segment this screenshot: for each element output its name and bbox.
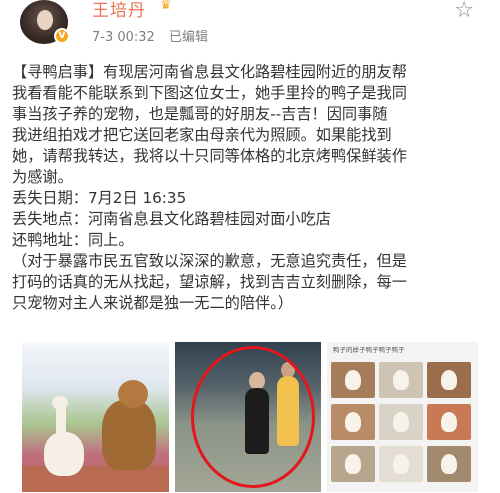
duck-thumb	[427, 404, 471, 440]
post-line: 事当孩子养的宠物，也是瓢哥的好朋友--吉吉！因同事随	[12, 105, 388, 123]
post-time: 7-3 00:32	[92, 30, 155, 45]
duck-thumb	[379, 404, 423, 440]
post-line: 打码的话真的无从找起，望谅解，找到吉吉立刻删除，每一	[12, 273, 407, 291]
lost-date: 丢失日期：7月2日 16:35	[12, 189, 187, 207]
photo-duck-collage[interactable]: 鸭子的样子鸭子鸭子鸭子	[327, 342, 478, 492]
star-icon[interactable]: ☆	[454, 0, 474, 22]
goose-body	[44, 432, 84, 476]
crown-icon: ♛	[160, 0, 172, 13]
avatar-face	[37, 10, 53, 30]
image-gallery: 鸭子的样子鸭子鸭子鸭子	[22, 342, 478, 492]
duck-thumb	[331, 362, 375, 398]
post-line: 为感谢。	[12, 168, 73, 186]
lost-location: 丢失地点：河南省息县文化路碧桂园对面小吃店	[12, 210, 331, 228]
duck-thumb	[331, 446, 375, 482]
post-line: （对于暴露市民五官致以深深的歉意，无意追究责任，但是	[12, 252, 407, 270]
duck-thumb	[379, 362, 423, 398]
duck-thumb	[331, 404, 375, 440]
duck-thumb	[379, 446, 423, 482]
photo-goose-and-dog[interactable]	[22, 342, 169, 492]
post-line: 【寻鸭启事】有现居河南省息县文化路碧桂园附近的朋友帮	[12, 63, 407, 81]
red-circle-highlight	[191, 346, 315, 488]
dog-head	[118, 380, 148, 408]
return-address: 还鸭地址：同上。	[12, 231, 134, 249]
post-meta: 7-3 00:32 已编辑	[92, 26, 218, 45]
verified-icon: V	[54, 28, 70, 44]
post-line: 我进组拍戏才把它送回老家由母亲代为照顾。如果能找到	[12, 126, 392, 144]
goose-head	[52, 396, 68, 410]
duck-thumb	[427, 446, 471, 482]
post-line: 只宠物对主人来说都是独一无二的陪伴。）	[12, 294, 293, 312]
photo-surveillance[interactable]	[175, 342, 321, 492]
photo-path	[22, 466, 169, 492]
post-line: 我看看能不能联系到下图这位女士，她手里拎的鸭子是我同	[12, 84, 407, 102]
post-line: 她，请帮我转达，我将以十只同等体格的北京烤鸭保鲜装作	[12, 147, 407, 165]
username[interactable]: 王培丹	[92, 0, 146, 21]
edited-label: 已编辑	[168, 30, 208, 45]
dog-body	[102, 400, 156, 470]
post-header: V 王培丹 ♛ 7-3 00:32 已编辑 ☆	[0, 0, 500, 50]
post-text: 【寻鸭启事】有现居河南省息县文化路碧桂园附近的朋友帮 我看看能不能联系到下图这位…	[12, 62, 480, 314]
duck-thumb	[427, 362, 471, 398]
collage-caption: 鸭子的样子鸭子鸭子鸭子	[333, 346, 405, 354]
